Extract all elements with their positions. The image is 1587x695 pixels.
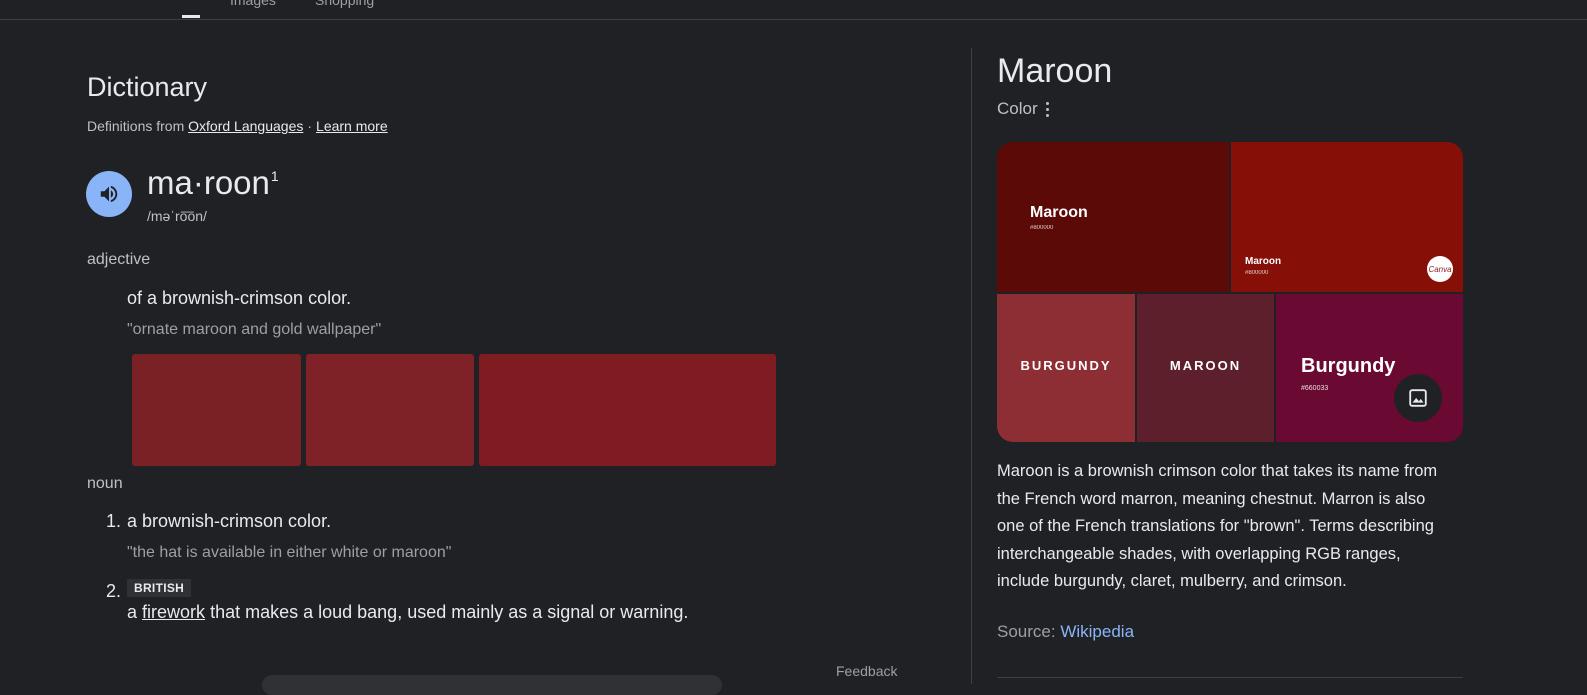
- headword-superscript: 1: [270, 168, 279, 184]
- sense-number: 2.: [106, 581, 122, 601]
- panel-source: Source: Wikipedia: [997, 622, 1134, 642]
- tile-title: Burgundy: [1301, 355, 1396, 377]
- source-separator: ·: [307, 118, 313, 134]
- tile-hex: #800000: [1245, 270, 1269, 276]
- definition-prefix: a: [127, 602, 138, 622]
- headword: ma·roon1: [147, 164, 279, 202]
- definitions-source: Definitions from Oxford Languages · Learn …: [87, 118, 388, 134]
- dictionary-title: Dictionary: [87, 72, 208, 102]
- color-image-collage[interactable]: Maroon #800000 Maroon #800000 Canva BURG…: [997, 142, 1463, 442]
- learn-more-link[interactable]: Learn more: [316, 118, 388, 134]
- adjective-example: "ornate maroon and gold wallpaper": [127, 321, 382, 338]
- tile-title: MAROON: [1169, 358, 1242, 373]
- swatch-image[interactable]: [132, 354, 301, 466]
- part-of-speech-noun: noun: [87, 475, 123, 492]
- tab-shopping[interactable]: Shopping: [315, 0, 374, 8]
- speaker-icon: [100, 185, 118, 203]
- image-tile[interactable]: Maroon #800000: [997, 142, 1229, 292]
- tile-title: Maroon: [1030, 204, 1088, 221]
- oxford-languages-link[interactable]: Oxford Languages: [188, 118, 303, 134]
- canva-logo: Canva: [1427, 256, 1453, 282]
- panel-divider: [997, 677, 1463, 678]
- adjective-definition: of a brownish-crimson color.: [127, 288, 352, 308]
- tile-title: BURGUNDY: [1020, 358, 1112, 373]
- more-button[interactable]: [262, 675, 722, 695]
- region-label-badge: BRITISH: [127, 579, 192, 597]
- part-of-speech-adjective: adjective: [87, 251, 151, 268]
- panel-description: Maroon is a brownish crimson color that …: [997, 462, 1438, 590]
- image-tile[interactable]: Maroon #800000 Canva: [1231, 142, 1463, 292]
- definition-suffix: that makes a loud bang, used mainly as a…: [210, 602, 689, 622]
- tile-title: Maroon: [1245, 256, 1282, 267]
- noun-definition-2: a firework that makes a loud bang, used …: [127, 602, 688, 623]
- image-icon: [1409, 389, 1427, 407]
- wikipedia-link[interactable]: Wikipedia: [1060, 622, 1134, 641]
- more-options-icon[interactable]: [1045, 101, 1050, 117]
- active-tab-indicator: [182, 15, 200, 18]
- pronounce-button[interactable]: [86, 171, 132, 217]
- swatch-image[interactable]: [306, 354, 474, 466]
- column-divider: [971, 48, 972, 684]
- panel-subtitle: Color: [997, 99, 1050, 119]
- noun-example-1: "the hat is available in either white or…: [127, 544, 452, 561]
- tab-images[interactable]: Images: [230, 0, 276, 8]
- panel-subtitle-text: Color: [997, 99, 1038, 118]
- source-prefix: Definitions from: [87, 118, 185, 134]
- search-tabs-bar: Images Shopping: [0, 0, 1587, 20]
- sense-number: 1.: [106, 511, 122, 531]
- headword-text: ma·roon: [147, 164, 270, 201]
- firework-link[interactable]: firework: [142, 602, 205, 622]
- noun-definition-1: a brownish-crimson color.: [127, 511, 332, 531]
- tile-hex: #800000: [1030, 225, 1054, 231]
- image-tile[interactable]: Burgundy #660033: [1276, 294, 1463, 442]
- panel-title: Maroon: [997, 52, 1113, 90]
- source-label: Source:: [997, 622, 1056, 641]
- tile-hex: #660033: [1301, 385, 1329, 392]
- view-images-button[interactable]: [1394, 374, 1442, 422]
- swatch-image[interactable]: [479, 354, 776, 466]
- phonetic-spelling: /məˈro͞on/: [147, 208, 207, 224]
- image-tile[interactable]: BURGUNDY: [997, 294, 1135, 442]
- feedback-link[interactable]: Feedback: [836, 663, 897, 679]
- image-tile[interactable]: MAROON: [1137, 294, 1274, 442]
